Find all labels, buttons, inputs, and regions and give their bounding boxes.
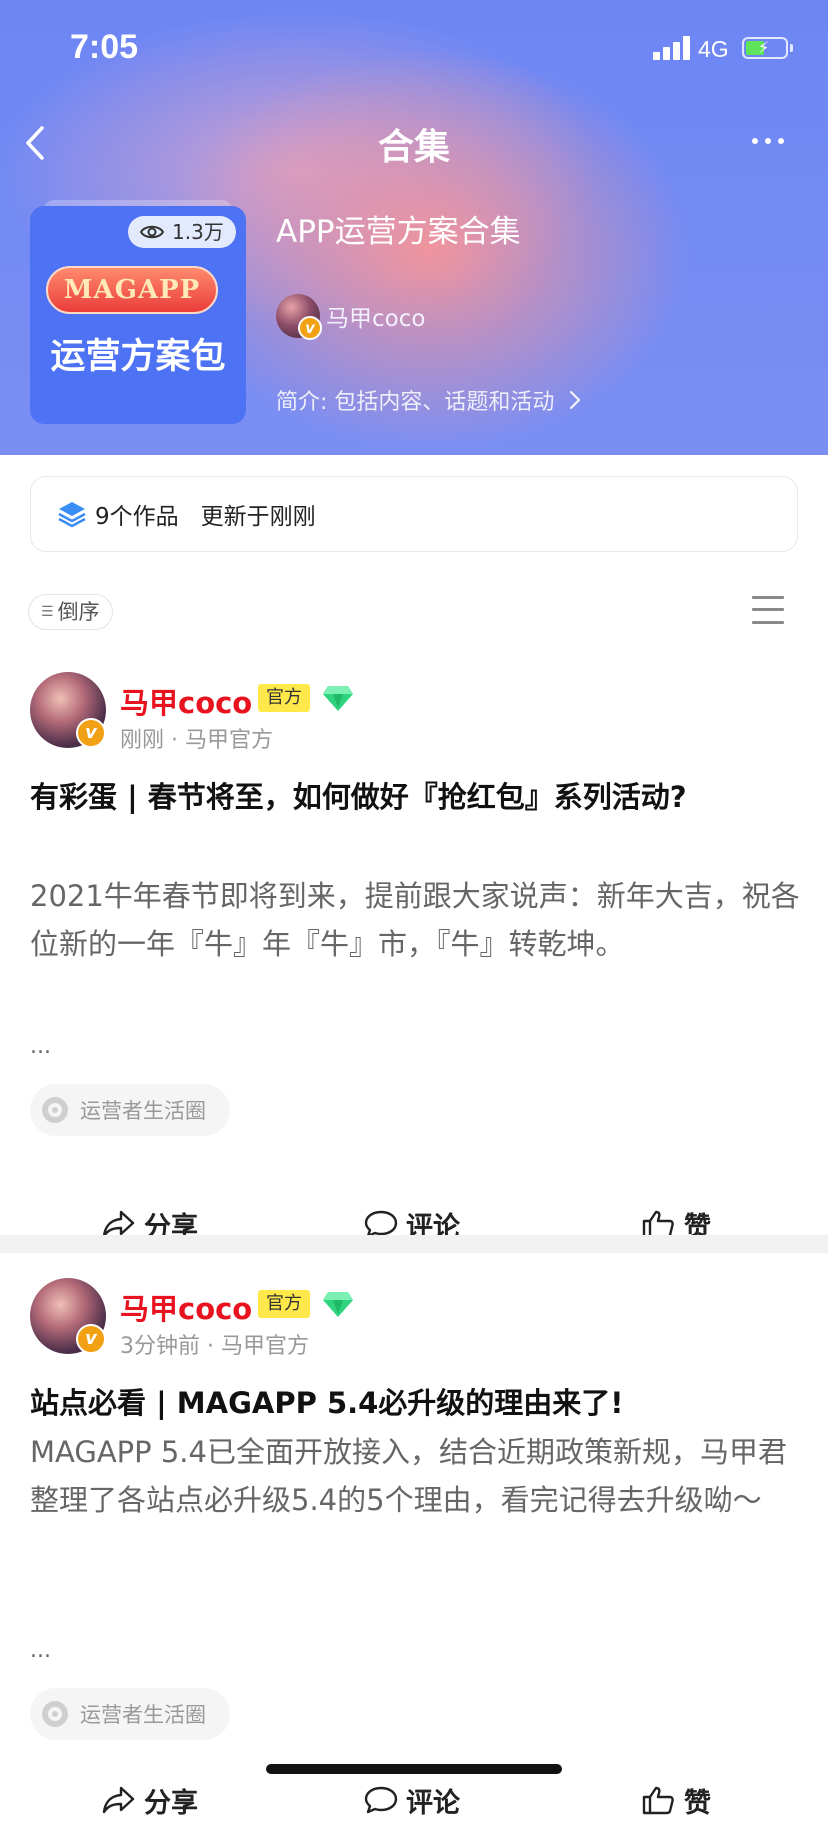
post-card[interactable]: v 马甲coco 官方 3分钟前 · 马甲官方 站点必看 | MAGAPP 5.… [0,1278,828,1819]
sort-label: 倒序 [57,600,100,624]
post-title[interactable]: 站点必看 | MAGAPP 5.4必升级的理由来了! [30,1380,624,1422]
author-name: 马甲coco [326,306,426,332]
battery-cap [790,44,793,52]
post-body[interactable]: MAGAPP 5.4已全面开放接入，结合近期政策新规，马甲君整理了各站点必升级5… [30,1428,800,1524]
collection-stats: 9个作品 更新于刚刚 [30,476,798,552]
cover-badge: MAGAPP [46,266,218,314]
avatar[interactable]: v [30,672,106,748]
post-meta: 刚刚 · 马甲官方 [120,728,273,753]
post-meta: 3分钟前 · 马甲官方 [120,1334,309,1359]
official-badge: 官方 [258,684,310,712]
page-title: 合集 [377,127,450,168]
sort-button[interactable]: ☰ 倒序 [28,594,113,630]
post-body[interactable]: 2021牛年春节即将到来，提前跟大家说声：新年大吉，祝各位新的一年『牛』年『牛』… [30,872,800,968]
status-bar: 7:05 4G ⚡ [0,0,828,100]
cover-image: 1.3万 MAGAPP 运营方案包 [30,206,246,424]
cover-subtitle: 运营方案包 [50,337,226,377]
verified-icon: v [76,1324,106,1354]
status-time: 7:05 [70,28,139,66]
topic-label: 运营者生活圈 [80,1703,206,1727]
share-label: 分享 [144,1787,198,1819]
post-title[interactable]: 有彩蛋 | 春节将至，如何做好『抢红包』系列活动? [30,774,687,816]
topic-tag[interactable]: 运营者生活圈 [30,1084,230,1136]
view-count-value: 1.3万 [172,220,224,244]
chevron-right-icon [570,390,581,410]
post-ellipsis: ... [30,1034,51,1059]
share-button[interactable]: 分享 [102,1770,198,1830]
collection-cover: 1.3万 MAGAPP 运营方案包 [30,200,246,424]
official-badge: 官方 [258,1290,310,1318]
topic-tag[interactable]: 运营者生活圈 [30,1688,230,1740]
post-card[interactable]: v 马甲coco 官方 刚刚 · 马甲官方 有彩蛋 | 春节将至，如何做好『抢红… [0,672,828,1243]
diamond-icon [323,1292,353,1317]
topic-icon [42,1701,68,1727]
works-count: 9个作品 [95,504,179,530]
layers-icon [58,502,86,528]
view-count: 1.3万 [128,216,236,248]
share-icon [102,1786,135,1814]
avatar[interactable]: v [30,1278,106,1354]
diamond-icon [323,686,353,711]
list-view-button[interactable] [752,596,784,624]
eye-icon [140,225,164,239]
post-ellipsis: ... [30,1638,51,1663]
thumbs-up-icon [642,1786,674,1815]
post-author[interactable]: 马甲coco [120,680,252,722]
collection-title: APP运营方案合集 [276,214,521,250]
post-author[interactable]: 马甲coco [120,1286,252,1328]
more-button[interactable] [746,122,790,158]
comment-icon [364,1786,398,1814]
avatar[interactable]: v [276,294,322,340]
updated-time: 更新于刚刚 [200,504,316,530]
collection-intro[interactable]: 简介: 包括内容、话题和活动 [276,384,582,416]
signal-icon [653,36,691,60]
post-actions: 分享 评论 赞 [0,1770,828,1830]
topic-icon [42,1097,68,1123]
home-indicator[interactable] [266,1764,562,1774]
comment-label: 评论 [406,1787,460,1819]
network-type: 4G [698,36,729,62]
collection-header: 7:05 4G ⚡ 合集 1.3万 MAGAPP 运营方案包 APP运营方案合集… [0,0,828,455]
like-label: 赞 [684,1787,711,1819]
verified-icon: v [298,316,322,340]
sort-icon: ☰ [41,604,54,620]
collection-author[interactable]: v 马甲coco [276,294,426,340]
intro-text: 简介: 包括内容、话题和活动 [276,390,555,415]
topic-label: 运营者生活圈 [80,1099,206,1123]
verified-icon: v [76,718,106,748]
like-button[interactable]: 赞 [642,1770,711,1830]
post-divider [0,1235,828,1253]
battery-icon: ⚡ [742,37,788,59]
comment-button[interactable]: 评论 [364,1770,460,1830]
